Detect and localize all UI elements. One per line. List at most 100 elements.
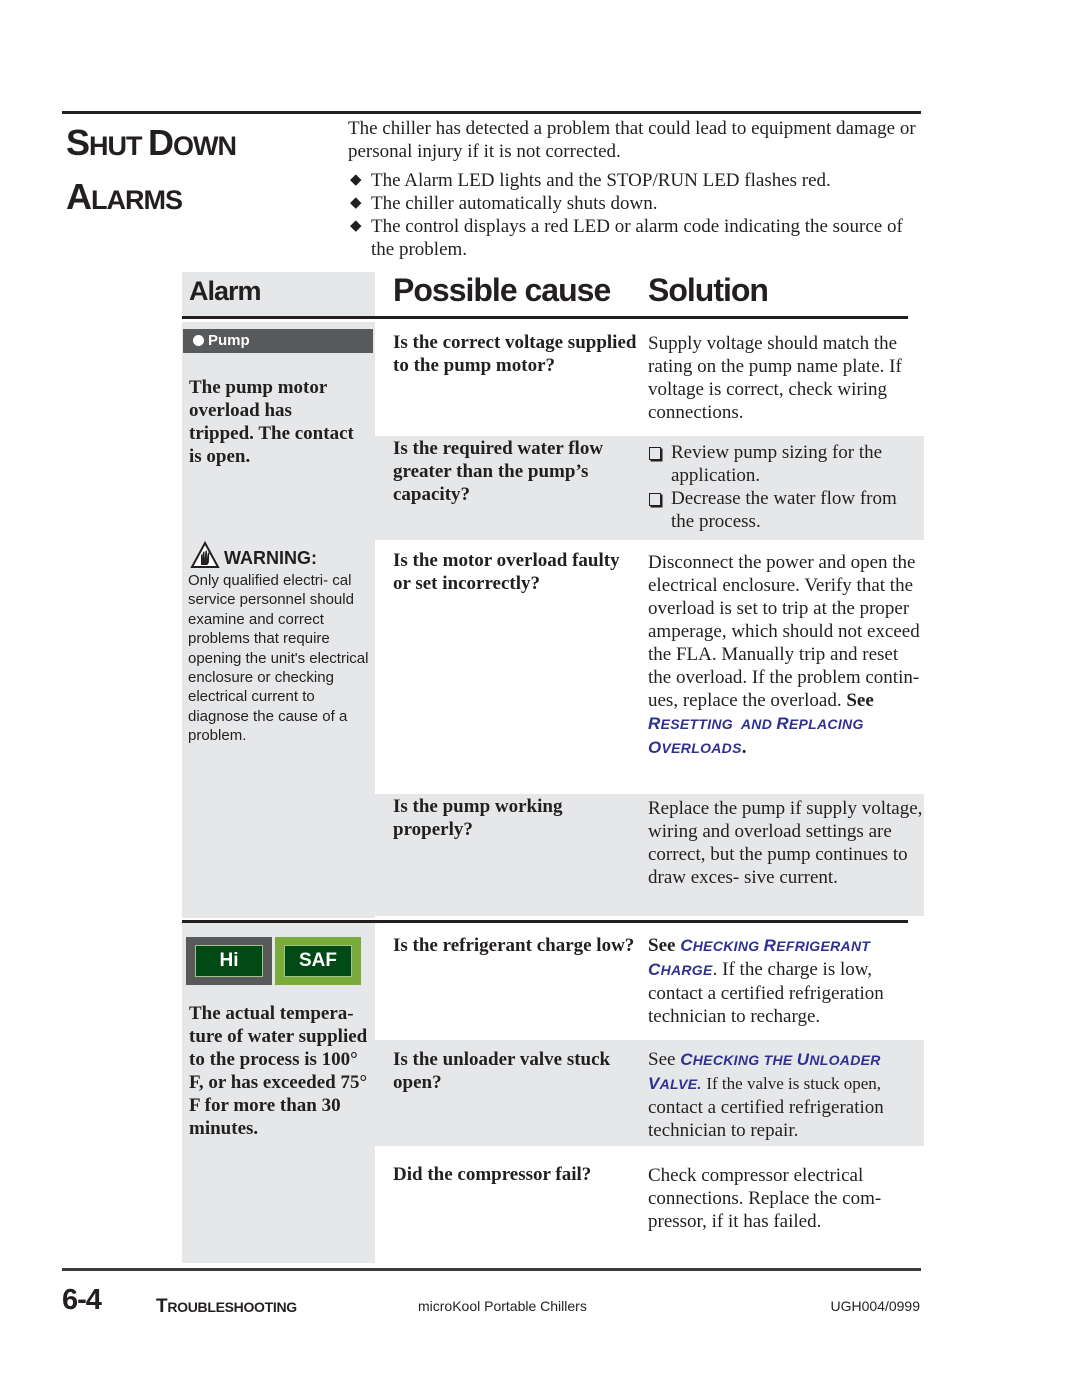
pump-alarm-indicator: Pump	[183, 329, 373, 353]
diamond-bullet-icon: ◆	[350, 195, 362, 211]
intro-bullets: ◆ The Alarm LED lights and the STOP/RUN L…	[348, 169, 928, 261]
warning-text: Only qualified electri- cal service pers…	[188, 572, 369, 745]
table-row: Did the compressor fail? Check compresso…	[375, 1150, 924, 1260]
header-solution: Solution	[648, 272, 769, 308]
section-rest: ROUBLESHOOTING	[167, 1299, 297, 1315]
table-row: Is the pump working properly? Replace th…	[375, 794, 924, 916]
link-rest: NLOADER	[809, 1052, 881, 1068]
header-rule	[182, 316, 908, 319]
group-divider-rule	[182, 920, 908, 923]
footer-doc-code: UGH004/0999	[830, 1298, 920, 1314]
possible-cause: Is the refrigerant charge low?	[393, 935, 635, 956]
electrical-hazard-icon	[190, 541, 220, 568]
table-row: Is the unloader valve stuck open? See CH…	[375, 1040, 924, 1146]
possible-cause: Is the motor overload faulty or set inco…	[393, 550, 620, 594]
header-possible-cause: Possible cause	[393, 272, 611, 308]
solution-text: Disconnect the power and open the electr…	[648, 552, 920, 711]
see-label: See	[648, 1049, 676, 1070]
possible-cause: Is the unloader valve stuck open?	[393, 1049, 611, 1093]
link-cap: C	[680, 1050, 693, 1069]
title-initial: D	[148, 122, 174, 163]
section-initial: T	[156, 1296, 168, 1317]
link-rest: THE	[763, 1052, 793, 1068]
title-rest: LARMS	[91, 185, 183, 215]
link-cap: C	[680, 936, 693, 955]
possible-cause: Is the pump working properly?	[393, 796, 563, 840]
title-initial: S	[66, 122, 90, 163]
link-rest: ESETTING	[660, 716, 733, 732]
link-cap: U	[796, 1050, 810, 1069]
footer-rule	[62, 1268, 921, 1271]
section-title: SHUT DOWN ALARMS	[66, 120, 237, 228]
checklist-text: Review pump sizing for the application.	[671, 442, 883, 486]
table-row: Is the refrigerant charge low? See CHECK…	[375, 925, 924, 1039]
checklist-item: Review pump sizing for the application.	[648, 441, 923, 487]
solution: Review pump sizing for the application. …	[648, 441, 923, 533]
led-dot-icon	[193, 335, 204, 346]
link-cap: R	[776, 714, 789, 733]
table-row: Is the correct voltage supplied to the p…	[375, 325, 924, 432]
hi-led-display: Hi	[195, 945, 263, 977]
solution: Disconnect the power and open the electr…	[648, 551, 923, 760]
checkbox-icon	[649, 493, 661, 506]
bullet-item: ◆ The Alarm LED lights and the STOP/RUN L…	[348, 169, 928, 192]
diamond-bullet-icon: ◆	[350, 218, 362, 234]
checklist-text: Decrease the water flow from the process…	[671, 488, 897, 532]
link-cap: C	[648, 960, 661, 979]
link-suffix: .	[741, 737, 747, 758]
link-cap: O	[648, 738, 662, 757]
saf-alarm-led-frame: SAF	[275, 937, 361, 985]
link-rest: HECKING	[692, 938, 760, 954]
see-label: See	[846, 690, 874, 711]
link-rest: VERLOADS	[661, 740, 742, 756]
link-cap: V	[648, 1074, 660, 1093]
bullet-text: The chiller automatically shuts down.	[371, 193, 658, 214]
possible-cause: Did the compressor fail?	[393, 1164, 592, 1185]
bullet-text: The Alarm LED lights and the STOP/RUN LE…	[371, 170, 831, 191]
table-row: Is the motor overload faulty or set inco…	[375, 544, 924, 790]
link-rest: EFRIGERANT	[776, 938, 871, 954]
solution: Replace the pump if supply voltage, wiri…	[648, 798, 923, 888]
link-cap: R	[648, 714, 661, 733]
temperature-alarm-description: The actual tempera- ture of water suppli…	[189, 1003, 368, 1139]
see-label: See	[648, 935, 676, 956]
link-cap: R	[763, 936, 777, 955]
pump-label: Pump	[208, 332, 250, 349]
table-row: Is the required water flow greater than …	[375, 436, 924, 540]
link-resetting-and-replacing-overloads[interactable]: RESETTING AND REPLACING OVERLOADS	[648, 714, 864, 757]
link-rest: ALVE.	[659, 1076, 702, 1092]
footer-product-name: microKool Portable Chillers	[418, 1298, 587, 1314]
footer-section-title: TROUBLESHOOTING	[156, 1296, 297, 1318]
top-rule	[62, 111, 921, 114]
page-number: 6-4	[62, 1284, 102, 1316]
bullet-item: ◆ The chiller automatically shuts down.	[348, 192, 928, 215]
saf-led-display: SAF	[284, 945, 352, 977]
link-rest: HARGE	[660, 962, 713, 978]
link-rest: HECKING	[692, 1052, 760, 1068]
pump-alarm-description: The pump motor overload has tripped. The…	[189, 377, 354, 467]
intro-text: The chiller has detected a problem that …	[348, 118, 916, 162]
intro: The chiller has detected a problem that …	[348, 117, 928, 261]
checklist-item: Decrease the water flow from the process…	[648, 487, 923, 533]
diamond-bullet-icon: ◆	[350, 172, 362, 188]
possible-cause: Is the required water flow greater than …	[393, 438, 604, 505]
bullet-text: The control displays a red LED or alarm …	[371, 216, 903, 260]
warning-box: WARNING: Only qualified electri- cal ser…	[188, 541, 373, 746]
title-rest: HUT	[89, 131, 149, 161]
solution: Supply voltage should match the rating o…	[648, 333, 902, 423]
solution-text: contact a certified refrigeration techni…	[648, 1097, 884, 1141]
link-rest: AND	[740, 716, 773, 732]
hi-alarm-led-frame: Hi	[186, 937, 272, 985]
solution: Check compressor electrical connections.…	[648, 1165, 882, 1232]
link-rest: EPLACING	[788, 716, 864, 732]
solution: See CHECKING THE UNLOADER VALVE. If the v…	[648, 1048, 923, 1142]
title-initial: A	[66, 176, 92, 217]
title-rest: OWN	[173, 131, 237, 161]
possible-cause: Is the correct voltage supplied to the p…	[393, 332, 637, 376]
solution: See CHECKING REFRIGERANT CHARGE. If the c…	[648, 934, 923, 1028]
solution-text: If the valve is stuck open,	[706, 1074, 882, 1093]
bullet-item: ◆ The control displays a red LED or alarm…	[348, 215, 928, 261]
warning-title: WARNING:	[224, 548, 317, 568]
checkbox-icon	[649, 447, 661, 460]
header-alarm: Alarm	[189, 276, 262, 306]
